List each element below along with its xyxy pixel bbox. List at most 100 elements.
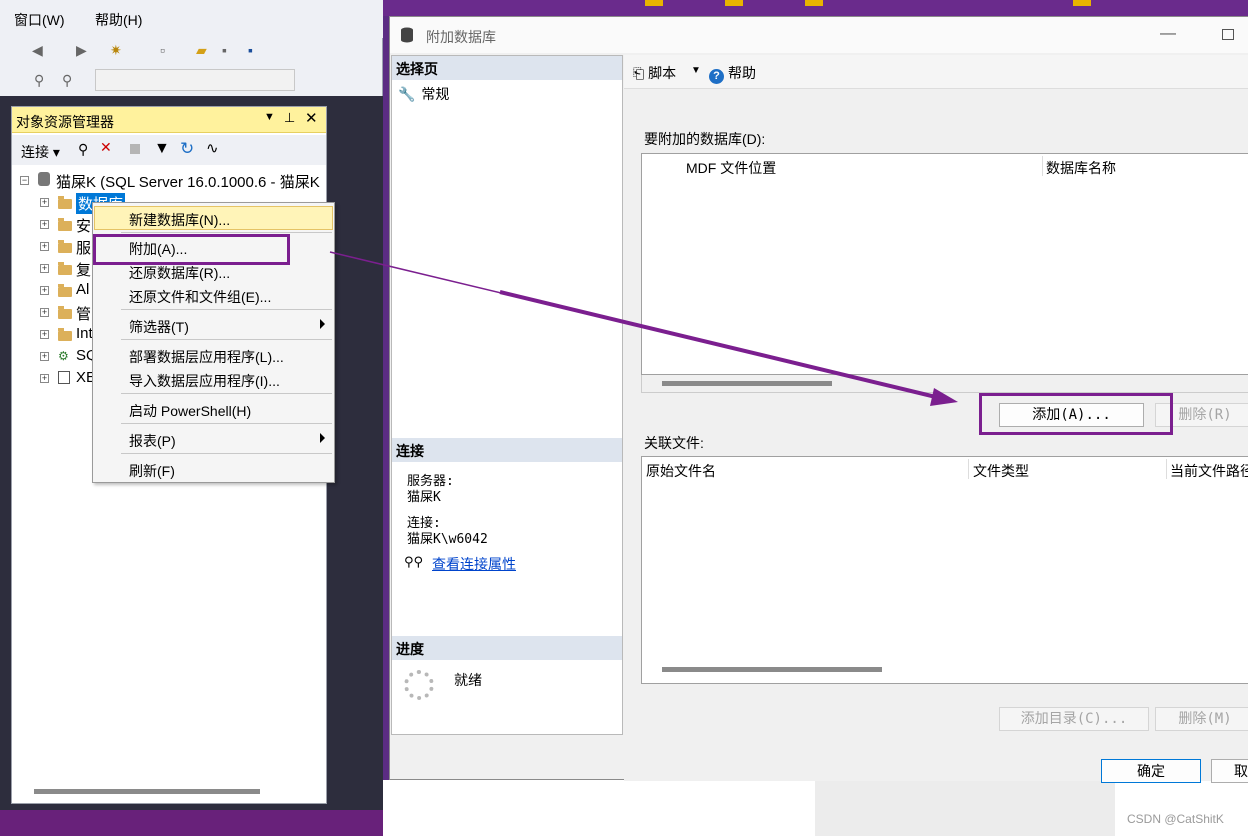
- expand-icon[interactable]: +: [40, 242, 49, 251]
- remove-file-button[interactable]: 删除(M): [1155, 707, 1248, 731]
- expand-icon[interactable]: +: [40, 198, 49, 207]
- menu-separator: [121, 339, 332, 340]
- menu-separator: [121, 393, 332, 394]
- open-file-icon[interactable]: ▰: [196, 42, 207, 59]
- menu-help[interactable]: 帮助(H): [95, 10, 142, 30]
- databases-to-attach-label: 要附加的数据库(D):: [644, 131, 766, 147]
- column-divider: [968, 459, 969, 479]
- associated-files-label: 关联文件:: [644, 435, 704, 451]
- stop-icon[interactable]: [130, 144, 140, 154]
- menu-item-label: 新建数据库(N)...: [129, 212, 231, 228]
- databases-to-attach-grid[interactable]: MDF 文件位置 数据库名称: [641, 153, 1248, 375]
- folder-icon: [58, 196, 72, 209]
- progress-spinner-icon: [404, 670, 434, 700]
- tree-node-label: Int: [76, 325, 93, 342]
- view-connection-properties-link[interactable]: 查看连接属性: [432, 554, 516, 574]
- dialog-right-pane: ⎗ 脚本 ▼ ? 帮助 要附加的数据库(D): MDF 文件位置 数据库名称 添加…: [624, 55, 1248, 783]
- forward-icon[interactable]: ▶: [76, 42, 87, 59]
- new-item-icon[interactable]: ▫: [160, 42, 165, 58]
- folder-icon: [58, 306, 72, 319]
- expand-icon[interactable]: +: [40, 374, 49, 383]
- xevent-icon: [58, 371, 70, 384]
- horizontal-scrollbar[interactable]: [34, 789, 260, 794]
- menu-bar: 窗口(W) 帮助(H): [0, 0, 383, 38]
- server-icon: [38, 172, 50, 186]
- folder-icon: [58, 328, 72, 341]
- ok-button[interactable]: 确定: [1101, 759, 1201, 783]
- database-combo[interactable]: [95, 69, 295, 91]
- back-icon[interactable]: ◀: [32, 42, 43, 59]
- expand-icon[interactable]: +: [40, 308, 49, 317]
- connect-object-icon[interactable]: ⚲: [78, 141, 88, 158]
- dropdown-arrow-icon[interactable]: ▼: [264, 111, 275, 123]
- column-divider: [1166, 459, 1167, 479]
- expand-icon[interactable]: +: [40, 264, 49, 273]
- menu-item-label: 导入数据层应用程序(I)...: [129, 373, 280, 389]
- page-general[interactable]: 🔧 常规: [398, 84, 449, 104]
- help-button[interactable]: ? 帮助: [709, 63, 756, 84]
- taskbar-strip: [383, 0, 1248, 16]
- menu-item-powershell[interactable]: 启动 PowerShell(H): [94, 397, 333, 421]
- column-header-current-path[interactable]: 当前文件路径: [1170, 461, 1248, 481]
- menu-item-label: 报表(P): [129, 433, 176, 449]
- scrollbar-thumb[interactable]: [662, 381, 832, 386]
- script-label: 脚本: [648, 65, 677, 81]
- connection-value: 猫屎K\w6042: [407, 532, 488, 547]
- maximize-icon[interactable]: [1222, 29, 1234, 40]
- refresh-icon[interactable]: ↻: [180, 139, 194, 159]
- watermark: CSDN @CatShitK: [1127, 812, 1224, 826]
- activity-monitor-icon[interactable]: ∿: [206, 139, 219, 157]
- connect-icon[interactable]: ⚲: [34, 72, 44, 89]
- filter-icon[interactable]: ▼: [154, 140, 170, 158]
- menu-separator: [121, 309, 332, 310]
- save-icon[interactable]: ▪: [222, 42, 227, 58]
- menu-item-label: 启动 PowerShell(H): [129, 403, 252, 419]
- menu-item-import-dac[interactable]: 导入数据层应用程序(I)...: [94, 367, 333, 391]
- script-dropdown-icon[interactable]: ▼: [691, 65, 701, 76]
- minimize-icon[interactable]: —: [1160, 25, 1176, 43]
- menu-item-new-database[interactable]: 新建数据库(N)...: [94, 206, 333, 230]
- script-icon: ⎗: [633, 65, 645, 81]
- menu-separator: [121, 232, 332, 233]
- taskbar-item-icon: [805, 0, 823, 6]
- column-header-mdf-location[interactable]: MDF 文件位置: [686, 158, 776, 178]
- expand-icon[interactable]: +: [40, 286, 49, 295]
- column-header-original-filename[interactable]: 原始文件名: [646, 461, 716, 481]
- attach-database-dialog: 附加数据库 — 选择页 🔧 常规 连接 服务器: 猫屎K 连接: 猫屎K\w60…: [389, 16, 1248, 783]
- help-icon: ?: [709, 69, 724, 84]
- close-icon[interactable]: ✕: [305, 109, 318, 127]
- menu-item-restore-files[interactable]: 还原文件和文件组(E)...: [94, 283, 333, 307]
- annotation-highlight-add: [979, 393, 1173, 435]
- toolbar-standard: ◀ ▶ ✷ ▫ ▰ ▪ ▪: [10, 38, 380, 66]
- script-button[interactable]: ⎗ 脚本: [633, 63, 676, 83]
- horizontal-scrollbar[interactable]: [641, 375, 1248, 393]
- menu-item-refresh[interactable]: 刷新(F): [94, 457, 333, 481]
- page-general-label: 常规: [421, 86, 450, 102]
- scrollbar-thumb[interactable]: [662, 667, 882, 672]
- column-header-database-name[interactable]: 数据库名称: [1046, 158, 1116, 178]
- menu-item-label: 还原数据库(R)...: [129, 265, 231, 281]
- tree-node-label: 复: [76, 262, 92, 279]
- collapse-icon[interactable]: −: [20, 176, 29, 185]
- add-catalog-button[interactable]: 添加目录(C)...: [999, 707, 1149, 731]
- disconnect-object-icon[interactable]: ✕: [100, 139, 112, 156]
- new-query-icon[interactable]: ✷: [110, 42, 122, 59]
- connect-dropdown[interactable]: 连接 ▾: [21, 142, 60, 162]
- column-header-file-type[interactable]: 文件类型: [973, 461, 1029, 481]
- menu-item-filter[interactable]: 筛选器(T): [94, 313, 333, 337]
- menu-window[interactable]: 窗口(W): [14, 10, 65, 30]
- menu-item-reports[interactable]: 报表(P): [94, 427, 333, 451]
- expand-icon[interactable]: +: [40, 352, 49, 361]
- server-node-label: 猫屎K (SQL Server 16.0.1000.6 - 猫屎K: [56, 174, 320, 191]
- cancel-button[interactable]: 取: [1211, 759, 1248, 783]
- pin-icon[interactable]: ⊥: [284, 110, 295, 126]
- save-all-icon[interactable]: ▪: [248, 42, 253, 58]
- dialog-toolbar: ⎗ 脚本 ▼ ? 帮助: [624, 55, 1248, 89]
- menu-item-deploy-dac[interactable]: 部署数据层应用程序(L)...: [94, 343, 333, 367]
- connection-properties-icon: ⚲⚲: [404, 554, 424, 569]
- expand-icon[interactable]: +: [40, 330, 49, 339]
- wrench-icon: 🔧: [398, 86, 416, 102]
- disconnect-icon[interactable]: ⚲: [62, 72, 72, 89]
- associated-files-grid[interactable]: 原始文件名 文件类型 当前文件路径: [641, 456, 1248, 684]
- expand-icon[interactable]: +: [40, 220, 49, 229]
